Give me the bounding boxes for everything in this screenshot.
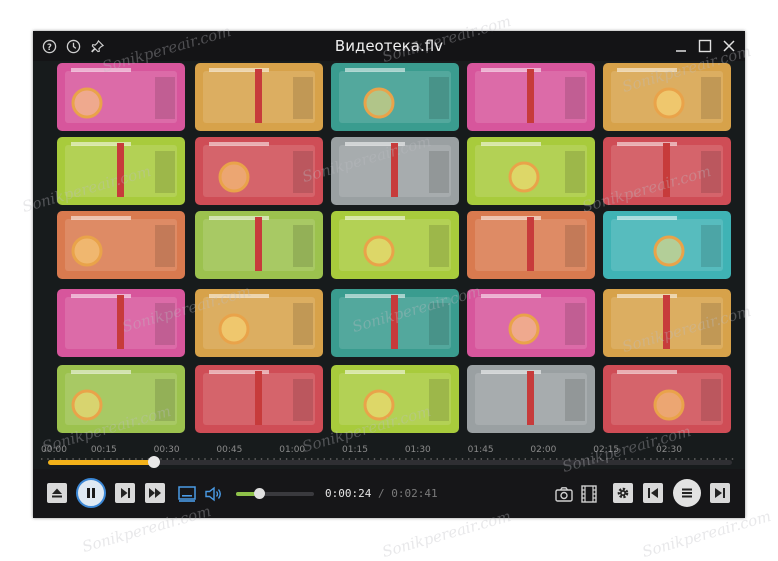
timeline-tick	[731, 458, 734, 460]
video-frame-tile	[603, 63, 731, 131]
timeline-label: 01:30	[404, 445, 431, 455]
screenshot-button[interactable]	[554, 484, 574, 504]
settings-button[interactable]	[613, 483, 633, 503]
window-title: Видеотека.flv	[334, 37, 444, 55]
video-frame-tile	[467, 365, 595, 433]
video-frame-tile	[467, 289, 595, 357]
film-icon	[581, 485, 597, 503]
gear-icon	[617, 487, 629, 499]
previous-icon	[648, 488, 658, 498]
video-frame-tile	[603, 365, 731, 433]
next-frame-icon	[121, 488, 130, 498]
video-frame-tile	[603, 137, 731, 205]
video-frame-tile	[57, 289, 185, 357]
window-controls	[673, 38, 737, 54]
video-frame-tile	[57, 63, 185, 131]
timeline-scale: 00:00 00:15 00:30 00:45 01:00 01:15 01:30 01:45…	[33, 439, 745, 471]
video-capture-button[interactable]	[579, 484, 599, 504]
video-frame[interactable]	[33, 61, 745, 469]
next-frame-button[interactable]	[115, 483, 135, 503]
next-button[interactable]	[710, 483, 730, 503]
previous-button[interactable]	[643, 483, 663, 503]
next-icon	[715, 488, 725, 498]
volume-icon	[205, 486, 221, 502]
video-frame-tile	[331, 289, 459, 357]
video-frame-tile	[57, 211, 185, 279]
video-frame-tile	[603, 211, 731, 279]
seek-bar[interactable]	[48, 456, 732, 468]
duration: 0:02:41	[391, 487, 438, 500]
fast-forward-button[interactable]	[145, 483, 165, 503]
menu-icon	[682, 488, 692, 498]
eject-icon	[52, 488, 62, 498]
video-frame-tile	[331, 137, 459, 205]
subtitles-icon	[178, 486, 196, 502]
pause-icon	[87, 488, 95, 498]
maximize-icon[interactable]	[697, 38, 713, 54]
eject-button[interactable]	[47, 483, 67, 503]
volume-button[interactable]	[204, 484, 224, 504]
timeline-label: 02:00	[530, 445, 557, 455]
player-window: ? Видеотека.flv 00:00 00:15 00:30 00:45 …	[33, 31, 745, 518]
timeline-tick	[41, 458, 43, 460]
camera-icon	[555, 487, 573, 502]
timeline-label: 01:15	[342, 445, 368, 455]
video-frame-tile	[195, 211, 323, 279]
control-bar: 0:00:24 / 0:02:41	[33, 476, 745, 512]
video-frame-tile	[603, 289, 731, 357]
pause-button[interactable]	[76, 478, 106, 508]
playlist-menu-button[interactable]	[673, 479, 701, 507]
timeline-label: 00:00	[41, 445, 67, 455]
video-frame-tile	[195, 137, 323, 205]
current-time: 0:00:24	[325, 487, 372, 500]
video-frame-tile	[331, 365, 459, 433]
fast-forward-icon	[149, 488, 161, 498]
timeline-label: 02:15	[593, 445, 620, 455]
close-icon[interactable]	[721, 38, 737, 54]
volume-slider[interactable]	[236, 488, 314, 499]
subtitles-button[interactable]	[177, 484, 197, 504]
volume-slider-handle[interactable]	[254, 488, 266, 499]
video-frame-tile	[467, 63, 595, 131]
video-frame-tile	[195, 289, 323, 357]
video-frame-tile	[195, 365, 323, 433]
video-frame-tile	[467, 211, 595, 279]
timeline-label: 00:30	[153, 445, 180, 455]
time-separator: /	[377, 487, 385, 500]
video-frame-tile	[331, 211, 459, 279]
video-frame-tile	[331, 63, 459, 131]
timeline-label: 00:45	[216, 445, 243, 455]
video-frame-tile	[57, 365, 185, 433]
timeline-label: 01:45	[467, 445, 494, 455]
seek-bar-handle[interactable]	[148, 456, 161, 468]
video-frame-tile	[195, 63, 323, 131]
video-frame-tile	[57, 137, 185, 205]
video-frame-image	[33, 61, 745, 469]
minimize-icon[interactable]	[673, 38, 689, 54]
time-display: 0:00:24 / 0:02:41	[325, 487, 438, 500]
timeline-label: 00:15	[90, 445, 117, 455]
seek-bar-progress	[48, 460, 155, 465]
video-frame-tile	[467, 137, 595, 205]
title-bar: ? Видеотека.flv	[33, 31, 745, 61]
timeline-label: 01:00	[279, 445, 306, 455]
timeline-label: 02:30	[656, 445, 682, 455]
